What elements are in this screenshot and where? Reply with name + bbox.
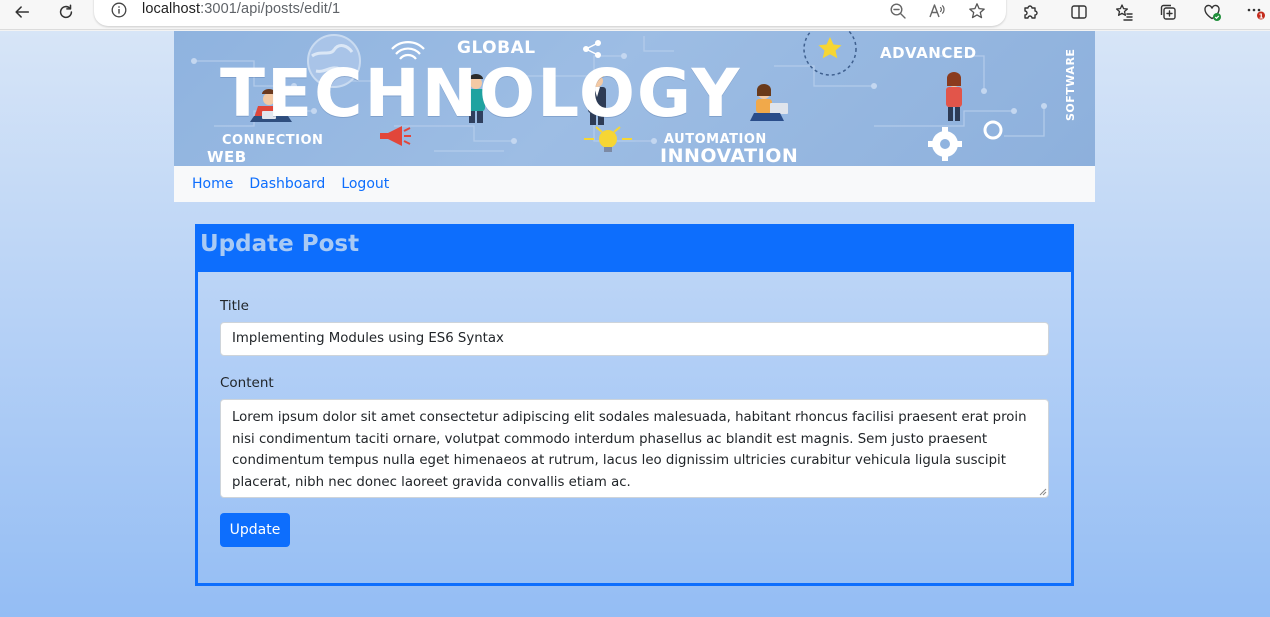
back-button[interactable] xyxy=(7,0,37,24)
favorite-star-icon[interactable] xyxy=(968,2,986,20)
nav-link-dashboard[interactable]: Dashboard xyxy=(241,176,333,192)
url-text[interactable]: localhost:3001/api/posts/edit/1 xyxy=(142,1,340,17)
banner-title: TECHNOLOGY xyxy=(220,55,742,132)
address-bar[interactable]: localhost:3001/api/posts/edit/1 xyxy=(94,0,1006,26)
content-textarea[interactable]: Lorem ipsum dolor sit amet consectetur a… xyxy=(220,399,1049,498)
page-background: TECHNOLOGY GLOBAL ADVANCED CONNECTION WE… xyxy=(0,31,1270,617)
browser-toolbar: localhost:3001/api/posts/edit/1 1 xyxy=(0,0,1270,30)
notification-badge: 1 xyxy=(1259,12,1264,20)
heart-pulse-icon xyxy=(1204,4,1221,21)
nav-link-logout[interactable]: Logout xyxy=(333,176,397,192)
card-title: Update Post xyxy=(200,231,360,257)
nav-link-home[interactable]: Home xyxy=(184,176,241,192)
main-navbar: Home Dashboard Logout xyxy=(174,166,1095,202)
refresh-button[interactable] xyxy=(51,0,81,24)
banner-word-software: SOFTWARE xyxy=(1064,48,1077,121)
content-label: Content xyxy=(220,375,274,391)
title-input[interactable]: Implementing Modules using ES6 Syntax xyxy=(220,322,1049,356)
banner-word-innovation: INNOVATION xyxy=(660,145,799,166)
split-screen-button[interactable] xyxy=(1069,2,1089,22)
url-host: localhost xyxy=(142,1,201,17)
banner-word-connection: CONNECTION xyxy=(222,133,324,148)
read-aloud-icon[interactable] xyxy=(928,2,946,20)
banner-word-advanced: ADVANCED xyxy=(880,44,977,62)
zoom-out-icon[interactable] xyxy=(889,2,907,20)
more-dots-icon: 1 xyxy=(1247,8,1265,20)
collections-icon xyxy=(1160,4,1176,20)
resize-handle-icon[interactable] xyxy=(1038,487,1047,496)
banner-word-web: WEB xyxy=(207,148,247,166)
update-post-card: Update Post Title Implementing Modules u… xyxy=(195,224,1074,586)
favorites-button[interactable] xyxy=(1114,2,1134,22)
refresh-icon xyxy=(59,4,73,19)
title-label: Title xyxy=(220,298,249,314)
content-text: Lorem ipsum dolor sit amet consectetur a… xyxy=(232,410,1027,490)
collections-button[interactable] xyxy=(1158,2,1178,22)
banner-word-global: GLOBAL xyxy=(457,38,536,58)
technology-banner: TECHNOLOGY GLOBAL ADVANCED CONNECTION WE… xyxy=(174,31,1095,166)
card-header: Update Post xyxy=(198,227,1071,272)
back-arrow-icon xyxy=(15,6,30,18)
puzzle-icon xyxy=(1024,5,1038,19)
extensions-button[interactable] xyxy=(1021,2,1041,22)
settings-more-button[interactable]: 1 xyxy=(1245,2,1265,22)
browser-essentials-button[interactable] xyxy=(1202,2,1222,22)
site-info-icon[interactable] xyxy=(111,2,127,18)
split-screen-icon xyxy=(1071,5,1087,19)
update-button[interactable]: Update xyxy=(220,513,290,547)
favorites-list-icon xyxy=(1115,4,1133,21)
url-path: :3001/api/posts/edit/1 xyxy=(200,1,341,17)
